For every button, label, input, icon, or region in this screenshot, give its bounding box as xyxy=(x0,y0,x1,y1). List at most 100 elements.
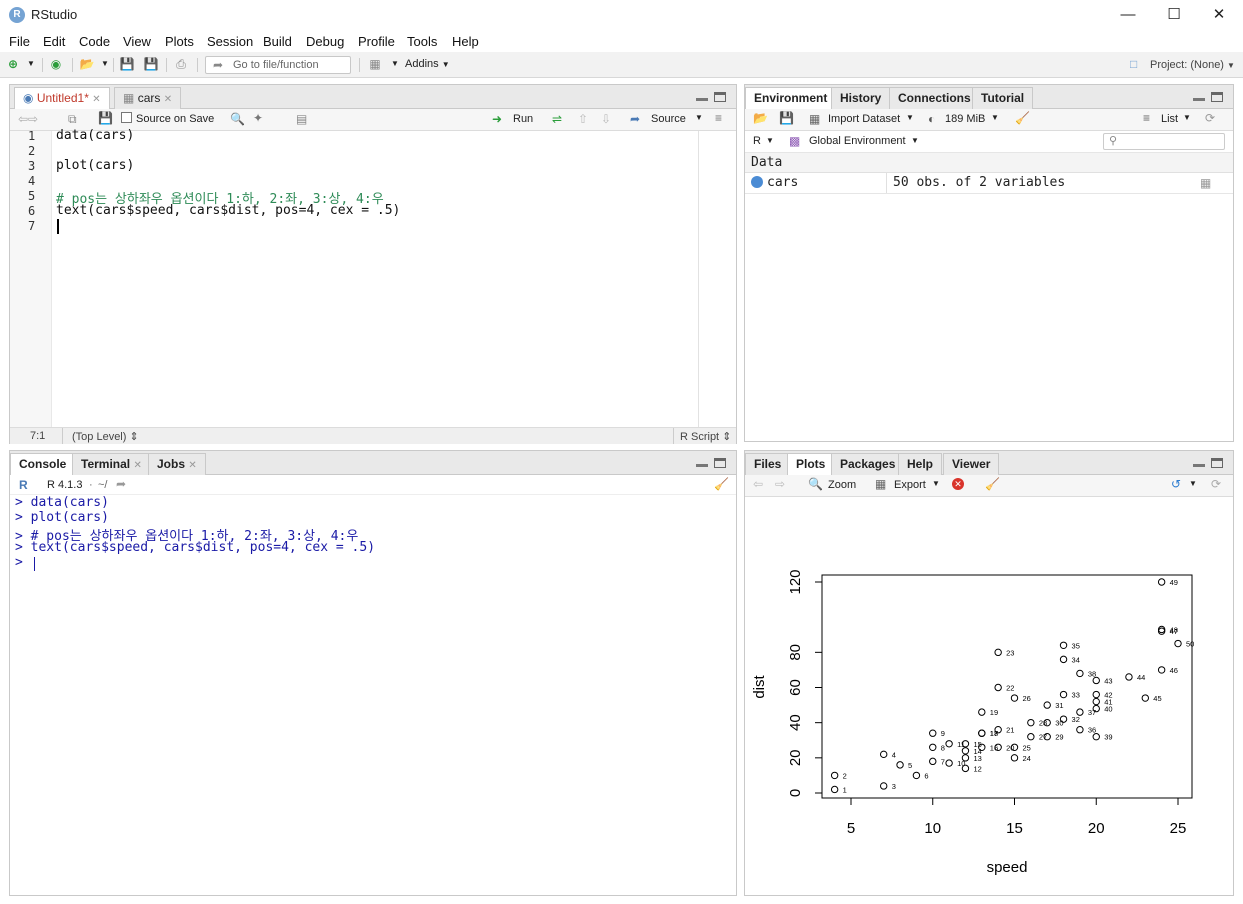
search-icon[interactable]: 🔍 xyxy=(230,112,245,126)
view-mode-button[interactable]: List xyxy=(1161,113,1178,125)
save-workspace-icon[interactable]: 💾 xyxy=(779,111,794,125)
pane-layout-icon[interactable]: ▦ xyxy=(367,57,383,71)
env-search-input[interactable]: ⚲ xyxy=(1103,133,1225,150)
language-selector[interactable]: R xyxy=(753,135,761,147)
new-file-dropdown-icon[interactable]: ▼ xyxy=(23,57,39,71)
tab-history[interactable]: History xyxy=(831,87,891,109)
code-line[interactable]: data(cars) xyxy=(56,128,134,143)
clear-plots-icon[interactable]: 🧹 xyxy=(985,477,1000,491)
new-project-icon[interactable]: ◉ xyxy=(48,57,64,71)
maximize-pane-icon[interactable] xyxy=(714,458,726,468)
load-workspace-icon[interactable]: 📂 xyxy=(753,111,768,125)
outline-icon[interactable]: ≡ xyxy=(715,111,722,125)
prev-plot-icon[interactable]: ⇦ xyxy=(753,477,763,491)
publish-icon[interactable]: ↺ xyxy=(1171,477,1181,491)
go-up-icon[interactable]: ⇧ xyxy=(578,112,588,126)
run-button[interactable]: Run xyxy=(513,113,533,125)
maximize-pane-icon[interactable] xyxy=(714,92,726,102)
remove-plot-icon[interactable]: ✕ xyxy=(952,478,964,490)
save-icon[interactable]: 💾 xyxy=(119,57,135,71)
goto-file-input[interactable]: ➦ Go to file/function xyxy=(205,56,351,74)
scope-selector[interactable]: Global Environment xyxy=(809,135,906,147)
maximize-button[interactable]: ☐ xyxy=(1151,2,1197,28)
menu-tools[interactable]: Tools xyxy=(407,34,437,49)
menu-file[interactable]: File xyxy=(9,34,30,49)
scope-selector[interactable]: (Top Level) ⇕ xyxy=(72,430,139,443)
source-button[interactable]: Source xyxy=(651,113,686,125)
refresh-icon[interactable]: ⟳ xyxy=(1211,477,1221,491)
menu-edit[interactable]: Edit xyxy=(43,34,65,49)
import-dataset-button[interactable]: Import Dataset xyxy=(828,113,900,125)
env-row[interactable]: cars 50 obs. of 2 variables ▦ xyxy=(745,173,1233,194)
minimize-pane-icon[interactable] xyxy=(1193,92,1205,102)
tab-tutorial[interactable]: Tutorial xyxy=(972,87,1034,109)
rerun-icon[interactable]: ⇌ xyxy=(552,112,562,126)
tab-packages[interactable]: Packages xyxy=(831,453,905,475)
close-tab-icon[interactable]: ✕ xyxy=(188,460,196,471)
minimize-pane-icon[interactable] xyxy=(696,458,708,468)
addins-menu[interactable]: Addins ▼ xyxy=(405,58,450,70)
minimize-button[interactable]: — xyxy=(1105,2,1151,28)
close-button[interactable]: ✕ xyxy=(1196,2,1242,28)
save-all-icon[interactable]: 💾 xyxy=(143,57,159,71)
tab-untitled1[interactable]: ◉ Untitled1* ✕ xyxy=(14,87,110,110)
memory-dropdown-icon[interactable]: ▼ xyxy=(991,113,999,122)
view-mode-dropdown-icon[interactable]: ▼ xyxy=(1183,113,1191,122)
maximize-pane-icon[interactable] xyxy=(1211,458,1223,468)
menu-view[interactable]: View xyxy=(123,34,151,49)
open-file-icon[interactable]: 📂 xyxy=(79,57,95,71)
source-on-save-checkbox[interactable] xyxy=(121,112,132,123)
compile-report-icon[interactable]: ▤ xyxy=(296,112,307,126)
expand-icon[interactable] xyxy=(751,176,763,188)
next-plot-icon[interactable]: ⇨ xyxy=(775,477,785,491)
show-in-window-icon[interactable]: ⧉ xyxy=(68,112,77,127)
go-down-icon[interactable]: ⇩ xyxy=(601,112,611,126)
menu-build[interactable]: Build xyxy=(263,34,292,49)
back-icon[interactable]: ⇦⇨ xyxy=(18,112,38,126)
pane-layout-dropdown-icon[interactable]: ▼ xyxy=(387,57,403,71)
tab-terminal[interactable]: Terminal ✕ xyxy=(72,453,151,475)
memory-usage[interactable]: 189 MiB xyxy=(945,113,985,125)
tab-files[interactable]: Files xyxy=(745,453,791,475)
tab-help[interactable]: Help xyxy=(898,453,943,475)
project-menu[interactable]: Project: (None) ▼ xyxy=(1150,59,1235,71)
tab-environment[interactable]: Environment xyxy=(745,87,837,110)
tab-connections[interactable]: Connections xyxy=(889,87,980,109)
language-dropdown-icon[interactable]: ▼ xyxy=(766,136,774,145)
code-line[interactable]: plot(cars) xyxy=(56,158,134,173)
publish-dropdown-icon[interactable]: ▼ xyxy=(1189,479,1197,488)
maximize-pane-icon[interactable] xyxy=(1211,92,1223,102)
export-dropdown-icon[interactable]: ▼ xyxy=(932,479,940,488)
menu-profile[interactable]: Profile xyxy=(358,34,395,49)
close-tab-icon[interactable]: ✕ xyxy=(92,94,100,105)
close-tab-icon[interactable]: ✕ xyxy=(164,94,172,105)
menu-debug[interactable]: Debug xyxy=(306,34,344,49)
menu-plots[interactable]: Plots xyxy=(165,34,194,49)
console-prompt[interactable]: > xyxy=(15,555,31,570)
new-file-icon[interactable]: ⊕ xyxy=(5,57,21,71)
open-file-dropdown-icon[interactable]: ▼ xyxy=(97,57,113,71)
tab-viewer[interactable]: Viewer xyxy=(943,453,1000,475)
export-button[interactable]: Export xyxy=(894,479,926,491)
menu-help[interactable]: Help xyxy=(452,34,479,49)
source-dropdown-icon[interactable]: ▼ xyxy=(695,113,703,122)
filetype-selector[interactable]: R Script ⇕ xyxy=(680,430,731,443)
view-table-icon[interactable]: ▦ xyxy=(1200,176,1211,190)
code-tools-icon[interactable]: ✦ xyxy=(253,111,263,125)
tab-cars[interactable]: ▦ cars ✕ xyxy=(114,87,182,109)
save-file-icon[interactable]: 💾 xyxy=(98,111,113,125)
tab-plots[interactable]: Plots xyxy=(787,453,835,476)
close-tab-icon[interactable]: ✕ xyxy=(133,460,141,471)
print-icon[interactable]: ⎙ xyxy=(173,57,189,71)
scope-dropdown-icon[interactable]: ▼ xyxy=(911,136,919,145)
minimize-pane-icon[interactable] xyxy=(1193,458,1205,468)
refresh-icon[interactable]: ⟳ xyxy=(1205,111,1215,125)
clear-console-icon[interactable]: 🧹 xyxy=(714,477,729,491)
import-dropdown-icon[interactable]: ▼ xyxy=(906,113,914,122)
clear-broom-icon[interactable]: 🧹 xyxy=(1015,111,1030,125)
zoom-button[interactable]: Zoom xyxy=(828,479,856,491)
minimize-pane-icon[interactable] xyxy=(696,92,708,102)
tab-console[interactable]: Console xyxy=(10,453,76,476)
goto-dir-icon[interactable]: ➦ xyxy=(116,477,126,491)
code-line[interactable]: text(cars$speed, cars$dist, pos=4, cex =… xyxy=(56,203,400,218)
